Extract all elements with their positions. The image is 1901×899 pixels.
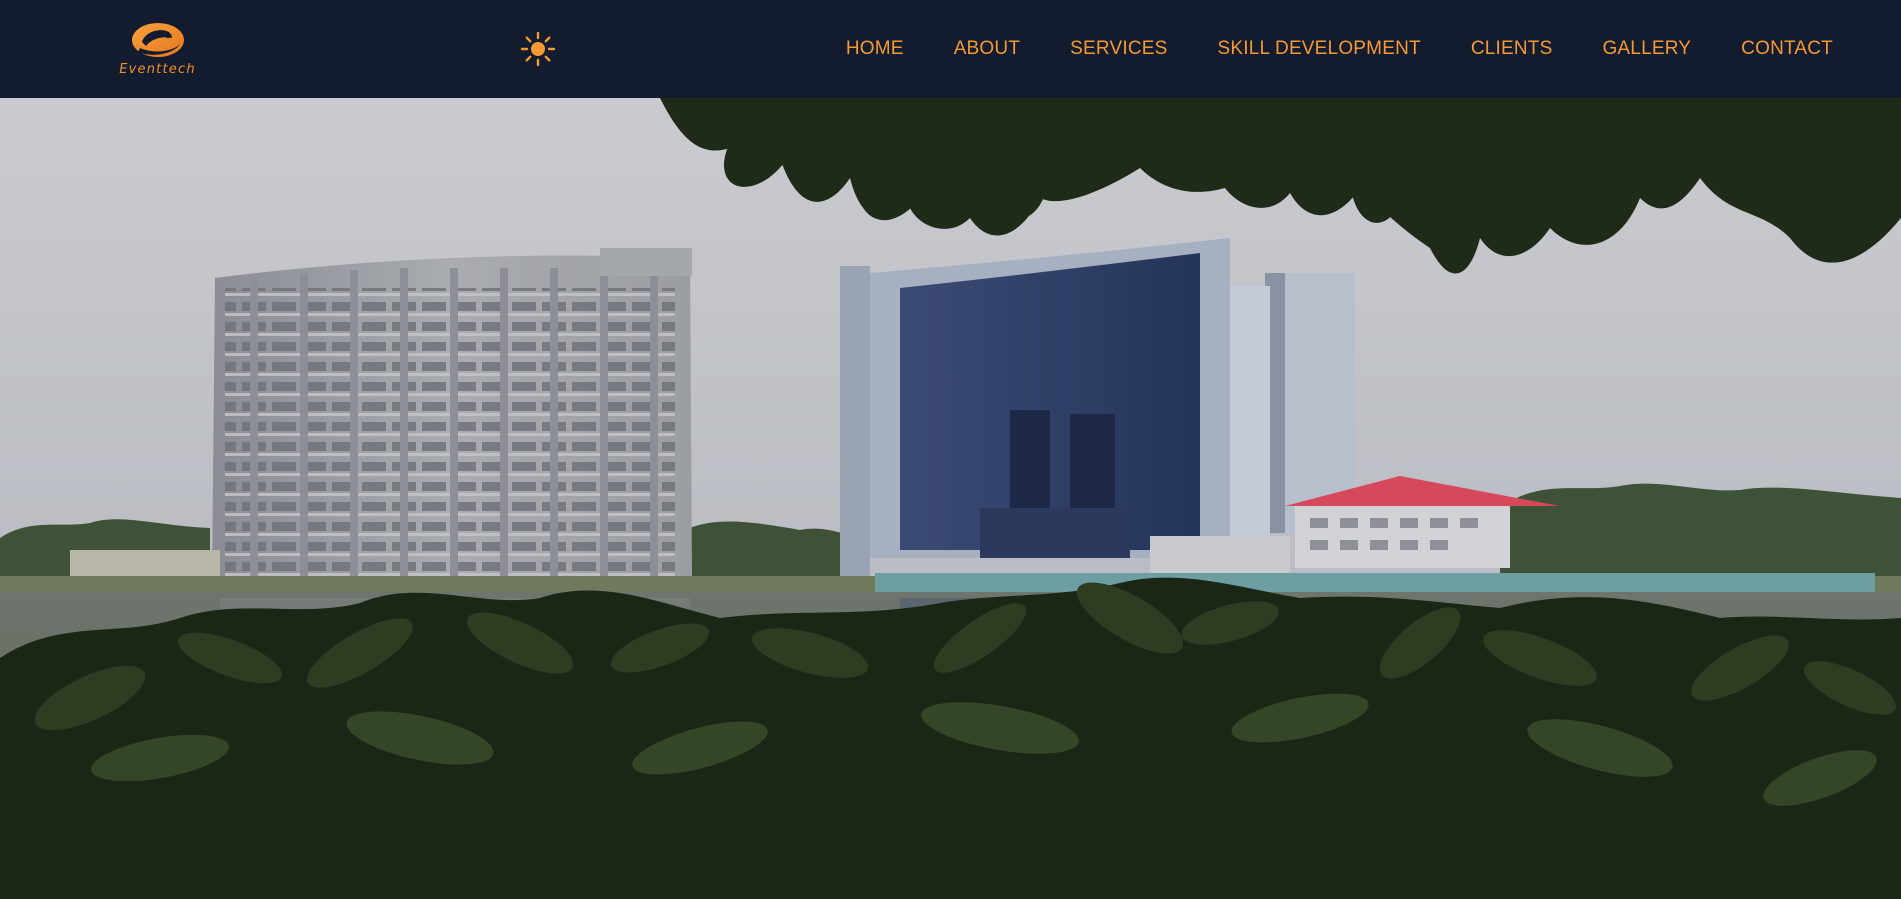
page: Eventtech HOME ABOUT SERVICES SKILL DEVE… (0, 0, 1901, 899)
nav-link-clients[interactable]: CLIENTS (1471, 38, 1553, 59)
main-nav: HOME ABOUT SERVICES SKILL DEVELOPMENT CL… (796, 0, 1833, 98)
nav-item-about: ABOUT (954, 38, 1020, 60)
nav-item-gallery: GALLERY (1602, 38, 1691, 60)
sun-icon (520, 31, 556, 67)
brand-name: Eventtech (119, 62, 196, 77)
hero-image (0, 98, 1901, 899)
nav-item-clients: CLIENTS (1471, 38, 1553, 60)
glass-tower (840, 238, 1355, 581)
nav-item-home: HOME (846, 38, 904, 60)
theme-toggle-button[interactable] (518, 29, 558, 69)
boundary-wall (875, 573, 1875, 593)
logo-e-swirl-icon (132, 23, 184, 57)
nav-item-services: SERVICES (1070, 38, 1167, 60)
round-tower (212, 248, 692, 580)
nav-link-gallery[interactable]: GALLERY (1602, 38, 1691, 59)
nav-link-home[interactable]: HOME (846, 38, 904, 59)
nav-link-contact[interactable]: CONTACT (1741, 38, 1833, 59)
nav-link-services[interactable]: SERVICES (1070, 38, 1167, 59)
brand-logo[interactable]: Eventtech (80, 18, 235, 80)
foreground-foliage (0, 577, 1901, 899)
nav-link-skill-development[interactable]: SKILL DEVELOPMENT (1217, 38, 1420, 59)
nav-item-contact: CONTACT (1741, 38, 1833, 60)
low-building (70, 550, 220, 580)
hero-banner (0, 98, 1901, 899)
nav-item-skill-development: SKILL DEVELOPMENT (1217, 38, 1420, 60)
nav-link-about[interactable]: ABOUT (954, 38, 1020, 59)
site-header: Eventtech HOME ABOUT SERVICES SKILL DEVE… (0, 0, 1901, 98)
